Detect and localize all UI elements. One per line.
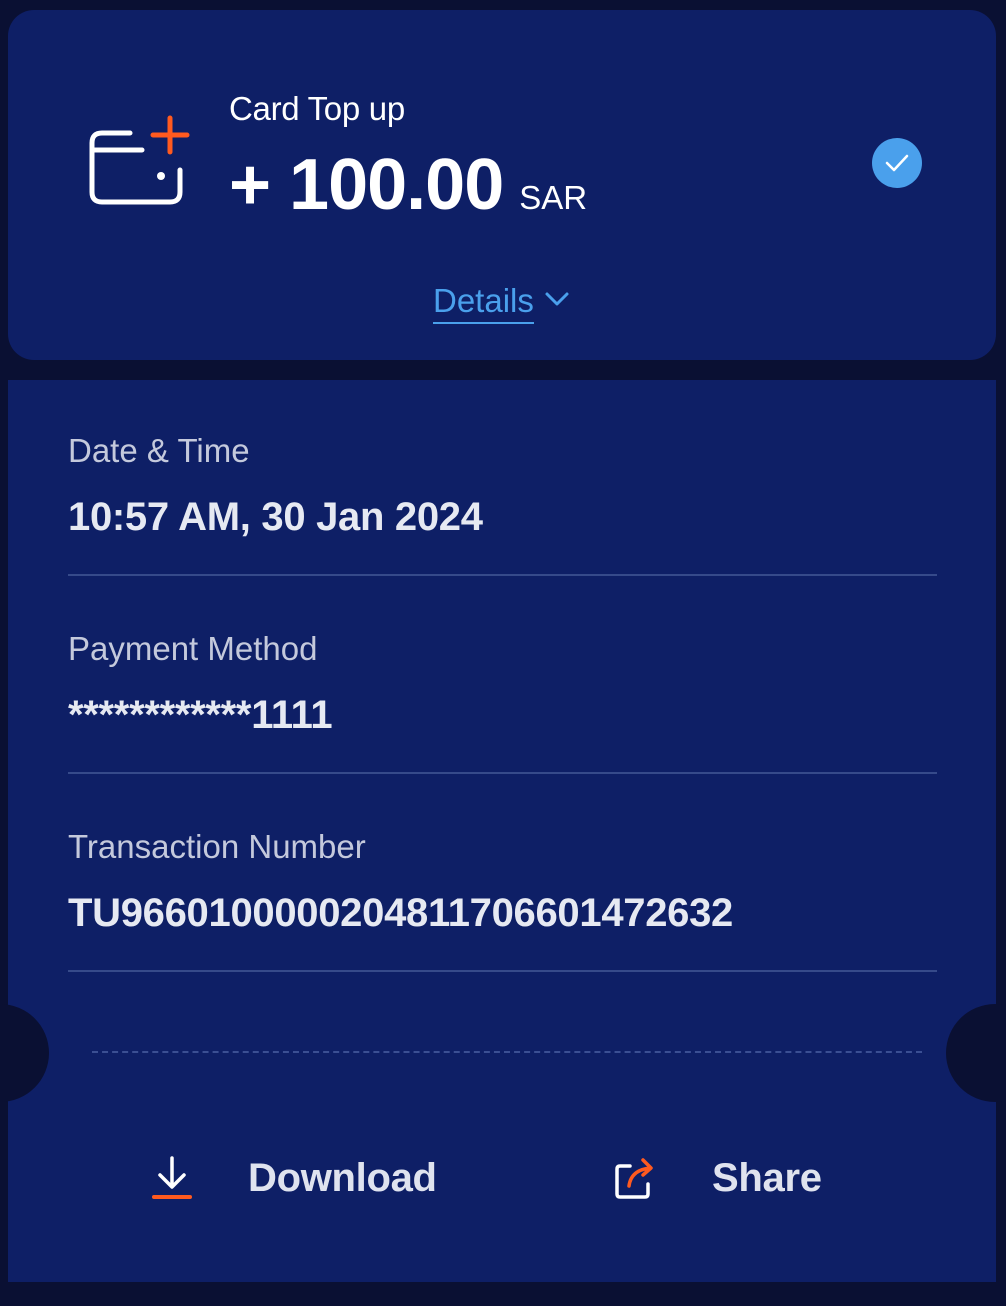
transaction-number-label: Transaction Number <box>68 828 366 865</box>
download-label: Download <box>248 1155 437 1200</box>
download-icon <box>150 1154 194 1202</box>
payment-method-value: ************1111 <box>68 693 333 737</box>
transaction-summary-card: Card Top up + 100.00 SAR Details <box>8 10 996 360</box>
download-button[interactable]: Download <box>150 1154 437 1202</box>
transaction-details-card: Date & Time 10:57 AM, 30 Jan 2024 Paymen… <box>0 380 1006 1282</box>
dashed-separator <box>92 1051 922 1053</box>
transaction-receipt-page: Card Top up + 100.00 SAR Details Date & … <box>0 0 1006 1306</box>
share-label: Share <box>712 1155 822 1200</box>
check-circle-icon <box>872 138 922 188</box>
transaction-amount: + 100.00 <box>229 145 504 225</box>
ticket-notch-left <box>0 1004 49 1102</box>
chevron-down-icon <box>544 291 570 312</box>
transaction-number-field: Transaction Number TU9660100000204811706… <box>68 828 937 936</box>
currency-label: SAR <box>519 179 588 216</box>
divider <box>68 772 937 774</box>
date-time-label: Date & Time <box>68 432 250 469</box>
transaction-number-value: TU966010000020481170660147263​2 <box>68 891 734 935</box>
details-toggle[interactable]: Details <box>433 282 570 324</box>
payment-method-field: Payment Method ************1111 <box>68 630 937 738</box>
amount-row: + 100.00 SAR <box>229 144 587 226</box>
divider <box>68 970 937 972</box>
payment-method-label: Payment Method <box>68 630 318 667</box>
share-icon <box>612 1154 658 1202</box>
details-label: Details <box>433 282 534 324</box>
transaction-title: Card Top up <box>229 90 405 127</box>
ticket-notch-right <box>946 1004 1006 1102</box>
card-plus-icon <box>82 114 202 218</box>
date-time-field: Date & Time 10:57 AM, 30 Jan 2024 <box>68 432 937 540</box>
share-button[interactable]: Share <box>612 1154 822 1202</box>
date-time-value: 10:57 AM, 30 Jan 2024 <box>68 495 483 539</box>
divider <box>68 574 937 576</box>
